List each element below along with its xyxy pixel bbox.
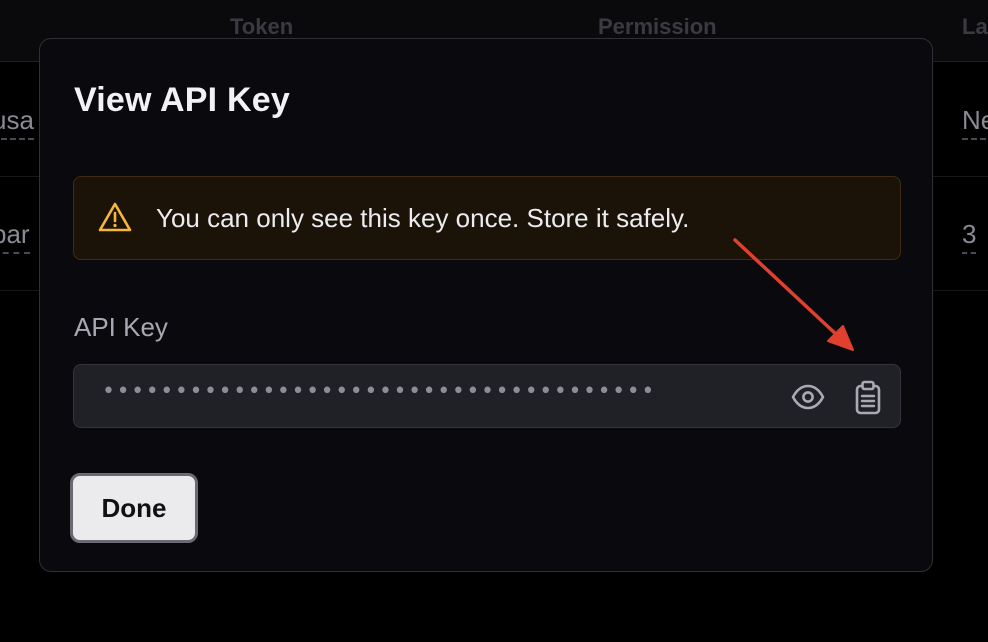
done-button[interactable]: Done [70, 473, 198, 543]
eye-icon [791, 384, 825, 410]
warning-icon [98, 202, 132, 232]
table-cell-last: Ne [962, 105, 988, 140]
view-api-key-dialog: View API Key You can only see this key o… [39, 38, 933, 572]
table-cell-name[interactable]: usa [0, 105, 34, 140]
api-key-masked-value[interactable]: •••••••••••••••••••••••••••••••••••••• [102, 379, 656, 404]
warning-alert-text: You can only see this key once. Store it… [156, 203, 690, 233]
reveal-key-button[interactable] [790, 379, 826, 415]
api-key-label: API Key [74, 312, 168, 342]
column-header-last: La [962, 14, 988, 39]
page: Token Permission La usa Ne par 3 View AP… [0, 0, 988, 642]
copy-key-button[interactable] [850, 379, 886, 415]
clipboard-icon [855, 380, 881, 415]
dialog-title: View API Key [74, 81, 290, 119]
api-key-field[interactable]: •••••••••••••••••••••••••••••••••••••• [73, 364, 901, 428]
table-cell-last: 3 [962, 219, 977, 254]
warning-alert: You can only see this key once. Store it… [73, 176, 901, 260]
column-header-permission: Permission [598, 14, 717, 39]
column-header-token: Token [230, 14, 294, 39]
table-cell-name[interactable]: par [0, 219, 30, 254]
